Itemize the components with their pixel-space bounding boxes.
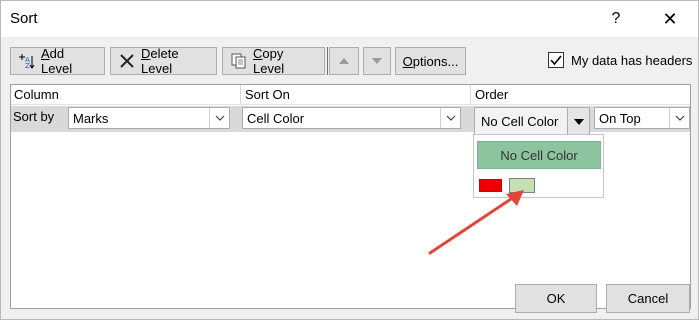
toolbar-divider (327, 47, 328, 75)
column-header: Column (14, 87, 59, 102)
cancel-button[interactable]: Cancel (606, 284, 690, 313)
sort-on-select[interactable]: Cell Color (242, 107, 461, 129)
my-data-has-headers[interactable]: My data has headers (548, 52, 692, 68)
copy-level-button[interactable]: Copy Level (222, 46, 325, 76)
headers-checkbox-label: My data has headers (571, 52, 693, 68)
add-level-button[interactable]: A Z Add Level (10, 46, 105, 76)
position-select[interactable]: On Top (594, 107, 690, 129)
triangle-down-icon[interactable] (567, 108, 589, 135)
sort-by-label: Sort by (13, 109, 55, 124)
triangle-up-icon (338, 57, 350, 65)
delete-level-label: Delete Level (141, 46, 179, 76)
order-color-select[interactable]: No Cell Color (474, 107, 590, 136)
sort-on-header: Sort On (245, 87, 290, 102)
svg-text:Z: Z (25, 62, 30, 69)
help-button[interactable]: ? (604, 7, 628, 31)
grid-header-row: Column Sort On Order (11, 85, 690, 105)
annotation-arrow-icon (428, 190, 524, 255)
chevron-down-icon (669, 108, 689, 128)
chevron-down-icon (209, 108, 229, 128)
title-bar: Sort ? ✕ (1, 1, 698, 37)
copy-icon (231, 53, 247, 69)
copy-level-label: Copy Level (253, 46, 285, 76)
column-select[interactable]: Marks (68, 107, 230, 129)
options-button[interactable]: Options... (395, 47, 466, 75)
headers-checkbox[interactable] (548, 52, 564, 68)
delete-x-icon (119, 53, 135, 69)
window-title: Sort (10, 10, 38, 27)
chevron-down-icon (440, 108, 460, 128)
close-button[interactable]: ✕ (656, 7, 684, 31)
add-level-label: Add Level (41, 46, 73, 76)
add-level-icon: A Z (19, 53, 35, 69)
triangle-down-icon (371, 57, 383, 65)
options-label: Options... (402, 53, 459, 69)
checkmark-icon (550, 55, 562, 66)
move-down-button[interactable] (363, 47, 391, 75)
no-cell-color-option[interactable]: No Cell Color (477, 141, 601, 169)
order-header: Order (475, 87, 509, 102)
ok-button[interactable]: OK (515, 284, 597, 313)
delete-level-button[interactable]: Delete Level (110, 46, 217, 76)
move-up-button[interactable] (329, 47, 359, 75)
sort-dialog: Sort ? ✕ A Z Add Level Delete Level Copy… (0, 0, 699, 320)
